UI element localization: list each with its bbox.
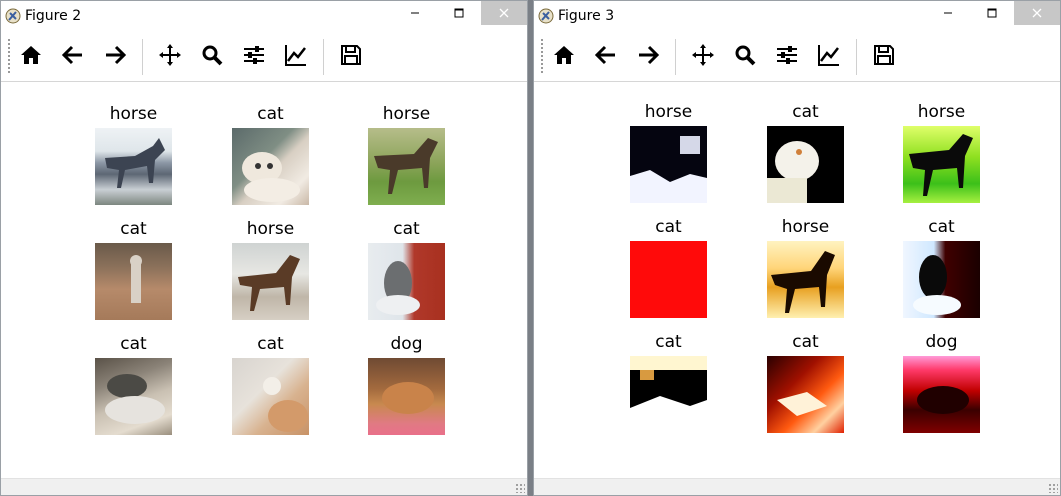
title-bar[interactable]: Figure 3 [534, 1, 1060, 31]
zoom-button[interactable] [726, 39, 764, 75]
configure-subplots-icon [242, 43, 266, 71]
subplot-title: cat [120, 334, 147, 354]
back-button[interactable] [54, 39, 92, 75]
toolbar-separator [856, 39, 857, 75]
subplot-image [95, 128, 172, 205]
app-icon [537, 7, 555, 25]
subplot-title: cat [655, 332, 682, 352]
subplot-image [95, 358, 172, 435]
subplot-image [767, 126, 844, 203]
edit-axis-button[interactable] [277, 39, 315, 75]
toolbar-grip[interactable] [541, 39, 543, 75]
pan-button[interactable] [151, 39, 189, 75]
configure-subplots-button[interactable] [235, 39, 273, 75]
subplot-title: horse [382, 104, 431, 124]
figure-canvas[interactable]: horse cat horse cat horse cat cat cat do… [1, 82, 527, 480]
subplot-image [903, 126, 980, 203]
toolbar-grip[interactable] [8, 39, 10, 75]
edit-axis-icon [284, 43, 308, 71]
navigation-toolbar [534, 33, 1060, 82]
app-icon [4, 7, 22, 25]
subplot-title: horse [246, 219, 295, 239]
subplot-title: horse [917, 102, 966, 122]
home-button[interactable] [545, 39, 583, 75]
subplot-image [630, 241, 707, 318]
configure-subplots-icon [775, 43, 799, 71]
forward-button[interactable] [629, 39, 667, 75]
resize-grip[interactable] [515, 483, 525, 493]
figure-canvas[interactable]: horse cat horse cat horse cat cat cat do… [534, 82, 1060, 480]
minimize-button[interactable] [393, 1, 437, 25]
subplot-title: dog [925, 332, 958, 352]
maximize-button[interactable] [970, 1, 1014, 25]
subplot-image [368, 358, 445, 435]
subplot-title: cat [655, 217, 682, 237]
pan-icon [691, 43, 715, 71]
close-button[interactable] [481, 1, 527, 25]
figure-2-window: Figure 2 horse cat horse cat horse cat c… [0, 0, 528, 496]
forward-button[interactable] [96, 39, 134, 75]
zoom-button[interactable] [193, 39, 231, 75]
back-button[interactable] [587, 39, 625, 75]
subplot-title: cat [257, 104, 284, 124]
subplot-image [95, 243, 172, 320]
pan-icon [158, 43, 182, 71]
subplot-image [368, 243, 445, 320]
subplot-title: cat [792, 332, 819, 352]
subplot-title: cat [257, 334, 284, 354]
subplot-image [368, 128, 445, 205]
home-icon [19, 43, 43, 71]
subplot-title: cat [393, 219, 420, 239]
resize-grip[interactable] [1048, 483, 1058, 493]
subplot-title: horse [109, 104, 158, 124]
zoom-icon [200, 43, 224, 71]
forward-arrow-icon [103, 43, 127, 71]
toolbar-separator [142, 39, 143, 75]
subplot-image [232, 128, 309, 205]
home-button[interactable] [12, 39, 50, 75]
edit-axis-icon [817, 43, 841, 71]
title-bar[interactable]: Figure 2 [1, 1, 527, 31]
subplot-image [232, 243, 309, 320]
subplot-image [630, 126, 707, 203]
back-arrow-icon [594, 43, 618, 71]
pan-button[interactable] [684, 39, 722, 75]
subplot-title: cat [792, 102, 819, 122]
forward-arrow-icon [636, 43, 660, 71]
subplot-image [767, 241, 844, 318]
status-bar [1, 478, 527, 495]
close-button[interactable] [1014, 1, 1060, 25]
subplot-image [903, 241, 980, 318]
subplot-title: cat [928, 217, 955, 237]
zoom-icon [733, 43, 757, 71]
navigation-toolbar [1, 33, 527, 82]
subplot-image [232, 358, 309, 435]
status-bar [534, 478, 1060, 495]
window-title: Figure 2 [25, 8, 82, 24]
save-button[interactable] [865, 39, 903, 75]
subplot-title: horse [644, 102, 693, 122]
toolbar-separator [675, 39, 676, 75]
figure-3-window: Figure 3 horse cat horse cat horse cat c… [533, 0, 1061, 496]
save-icon [339, 43, 363, 71]
configure-subplots-button[interactable] [768, 39, 806, 75]
minimize-button[interactable] [926, 1, 970, 25]
maximize-button[interactable] [437, 1, 481, 25]
subplot-title: cat [120, 219, 147, 239]
edit-axis-button[interactable] [810, 39, 848, 75]
window-title: Figure 3 [558, 8, 615, 24]
subplot-title: horse [781, 217, 830, 237]
subplot-image [903, 356, 980, 433]
back-arrow-icon [61, 43, 85, 71]
subplot-image [767, 356, 844, 433]
home-icon [552, 43, 576, 71]
save-icon [872, 43, 896, 71]
save-button[interactable] [332, 39, 370, 75]
subplot-title: dog [390, 334, 423, 354]
subplot-image [630, 356, 707, 433]
toolbar-separator [323, 39, 324, 75]
